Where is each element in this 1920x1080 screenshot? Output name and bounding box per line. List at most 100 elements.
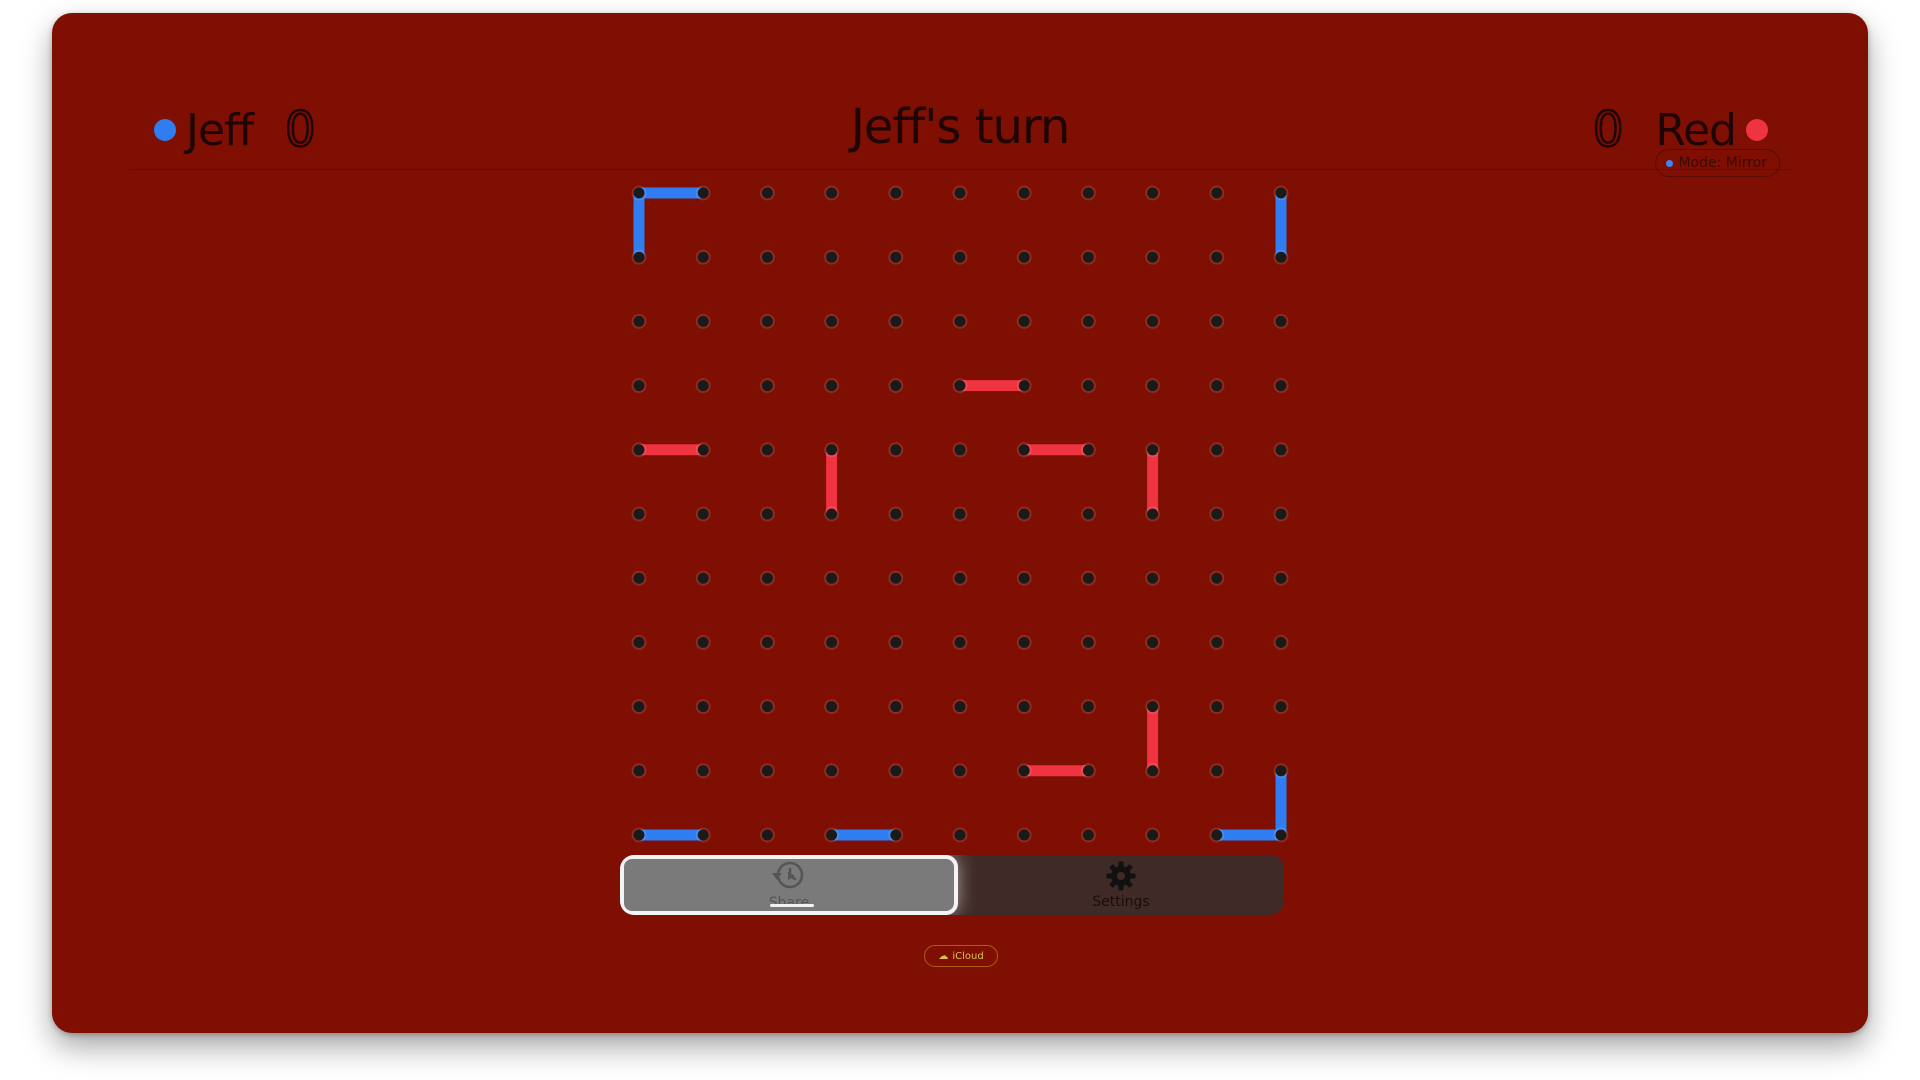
board-dot[interactable] xyxy=(1082,701,1094,713)
board-dot[interactable] xyxy=(1275,380,1287,392)
board-dot[interactable] xyxy=(1082,315,1094,327)
board-dot[interactable] xyxy=(761,187,773,199)
board-dot[interactable] xyxy=(633,701,645,713)
board-dot[interactable] xyxy=(826,315,838,327)
board-dot[interactable] xyxy=(697,251,709,263)
board-dot[interactable] xyxy=(697,508,709,520)
board-dot[interactable] xyxy=(761,765,773,777)
board-dot[interactable] xyxy=(954,572,966,584)
board-dot[interactable] xyxy=(633,636,645,648)
board-dot[interactable] xyxy=(633,380,645,392)
board-dot[interactable] xyxy=(826,444,838,456)
board-dot[interactable] xyxy=(890,380,902,392)
board-dot[interactable] xyxy=(1211,636,1223,648)
board-dot[interactable] xyxy=(633,187,645,199)
board-dot[interactable] xyxy=(697,829,709,841)
board-dot[interactable] xyxy=(761,251,773,263)
board-dot[interactable] xyxy=(1082,636,1094,648)
board-dot[interactable] xyxy=(633,829,645,841)
board-dot[interactable] xyxy=(1147,572,1159,584)
board-dot[interactable] xyxy=(1147,508,1159,520)
board-dot[interactable] xyxy=(1018,572,1030,584)
board-dot[interactable] xyxy=(697,636,709,648)
board-dot[interactable] xyxy=(890,765,902,777)
board-dot[interactable] xyxy=(826,765,838,777)
board-dot[interactable] xyxy=(890,636,902,648)
board-dot[interactable] xyxy=(1211,572,1223,584)
board-dot[interactable] xyxy=(1275,508,1287,520)
board-dot[interactable] xyxy=(761,380,773,392)
board-dot[interactable] xyxy=(1275,765,1287,777)
board-dot[interactable] xyxy=(1275,187,1287,199)
board-dot[interactable] xyxy=(1082,765,1094,777)
board-dot[interactable] xyxy=(954,187,966,199)
board-dot[interactable] xyxy=(1018,701,1030,713)
board-dot[interactable] xyxy=(826,508,838,520)
board-dot[interactable] xyxy=(1275,636,1287,648)
board-dot[interactable] xyxy=(1082,187,1094,199)
board-dot[interactable] xyxy=(633,315,645,327)
board-dot[interactable] xyxy=(1211,251,1223,263)
board-dot[interactable] xyxy=(890,701,902,713)
board-dot[interactable] xyxy=(1211,380,1223,392)
board-dot[interactable] xyxy=(890,315,902,327)
board-dot[interactable] xyxy=(1147,251,1159,263)
board-dot[interactable] xyxy=(1018,380,1030,392)
board-dot[interactable] xyxy=(633,444,645,456)
board-dot[interactable] xyxy=(826,251,838,263)
board-dot[interactable] xyxy=(1147,765,1159,777)
board-dot[interactable] xyxy=(697,765,709,777)
board-dot[interactable] xyxy=(761,829,773,841)
board-dot[interactable] xyxy=(1018,508,1030,520)
board-dot[interactable] xyxy=(1082,572,1094,584)
board-dot[interactable] xyxy=(890,187,902,199)
board-dot[interactable] xyxy=(826,187,838,199)
board-dot[interactable] xyxy=(697,315,709,327)
board-dot[interactable] xyxy=(826,701,838,713)
board-dot[interactable] xyxy=(1018,187,1030,199)
board-dot[interactable] xyxy=(633,251,645,263)
tab-share[interactable]: Share xyxy=(620,855,958,915)
board-dot[interactable] xyxy=(954,508,966,520)
board-dot[interactable] xyxy=(1275,444,1287,456)
board-dot[interactable] xyxy=(954,636,966,648)
board-dot[interactable] xyxy=(1082,251,1094,263)
board-dot[interactable] xyxy=(890,251,902,263)
board-dot[interactable] xyxy=(1082,444,1094,456)
board-dot[interactable] xyxy=(761,636,773,648)
board-dot[interactable] xyxy=(1275,701,1287,713)
board-dot[interactable] xyxy=(1211,701,1223,713)
board-dot[interactable] xyxy=(1147,829,1159,841)
board-dot[interactable] xyxy=(1147,315,1159,327)
board-dot[interactable] xyxy=(1211,187,1223,199)
board-dot[interactable] xyxy=(761,508,773,520)
board-dot[interactable] xyxy=(954,251,966,263)
board-dot[interactable] xyxy=(1018,251,1030,263)
board-dot[interactable] xyxy=(761,315,773,327)
board-dot[interactable] xyxy=(1211,444,1223,456)
board-dot[interactable] xyxy=(1147,187,1159,199)
board-dot[interactable] xyxy=(1211,508,1223,520)
board-dot[interactable] xyxy=(633,572,645,584)
board-dot[interactable] xyxy=(1018,765,1030,777)
board-dot[interactable] xyxy=(633,765,645,777)
board-dot[interactable] xyxy=(954,701,966,713)
board-dot[interactable] xyxy=(633,508,645,520)
board-dot[interactable] xyxy=(826,636,838,648)
board-dot[interactable] xyxy=(1147,701,1159,713)
board-dot[interactable] xyxy=(1018,315,1030,327)
board-dot[interactable] xyxy=(1211,829,1223,841)
board-dot[interactable] xyxy=(1147,636,1159,648)
board-dot[interactable] xyxy=(1275,829,1287,841)
board-dot[interactable] xyxy=(697,380,709,392)
board-dot[interactable] xyxy=(1147,444,1159,456)
board-dot[interactable] xyxy=(1082,829,1094,841)
board-dot[interactable] xyxy=(1275,572,1287,584)
board-dot[interactable] xyxy=(954,765,966,777)
board-dot[interactable] xyxy=(1082,508,1094,520)
board-dot[interactable] xyxy=(1211,315,1223,327)
board-dot[interactable] xyxy=(826,829,838,841)
board-dot[interactable] xyxy=(1082,380,1094,392)
board-dot[interactable] xyxy=(890,444,902,456)
board-dot[interactable] xyxy=(697,701,709,713)
